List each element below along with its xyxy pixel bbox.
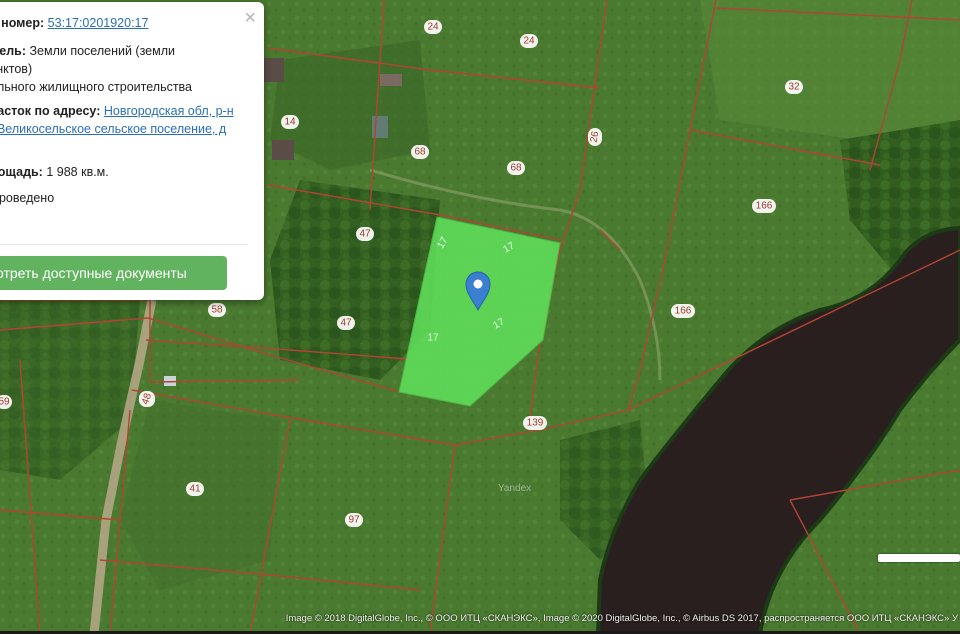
plot-label-text: 59 — [0, 397, 10, 408]
address-line2-row: , Великосельское сельское поселение, д — [0, 120, 226, 138]
plot-label-58[interactable]: 58 — [208, 303, 226, 317]
plot-label-text: 14 — [284, 117, 296, 128]
plot-label-text: 24 — [523, 36, 535, 47]
plot-label-24b[interactable]: 24 — [520, 34, 538, 48]
plot-label-24a[interactable]: 24 — [424, 20, 442, 34]
scale-bar — [878, 554, 960, 562]
popup-divider — [0, 244, 248, 245]
plot-label-166b[interactable]: 166 — [671, 304, 695, 318]
area-row: лощадь: 1 988 кв.м. — [0, 163, 109, 181]
area-value: 1 988 кв.м. — [46, 165, 109, 179]
land-category-value-line1: Земли поселений (земли — [29, 44, 175, 58]
attribution-text: Image © 2018 DigitalGlobe, Inc., © ООО И… — [285, 613, 950, 624]
cadastral-number-row: й номер: 53:17:0201920:17 — [0, 14, 148, 32]
plot-label-48[interactable]: 48 — [139, 391, 155, 407]
plot-label-text: 41 — [189, 484, 201, 495]
map-attribution: Image © 2018 DigitalGlobe, Inc., © ООО И… — [286, 613, 958, 624]
address-link-line1[interactable]: Новгородская обл, р-н — [104, 104, 234, 118]
plot-label-text: 166 — [675, 306, 692, 317]
plot-label-97[interactable]: 97 — [345, 513, 363, 527]
plot-label-139[interactable]: 139 — [523, 416, 547, 430]
plot-label-68b[interactable]: 68 — [507, 161, 525, 175]
plot-label-68a[interactable]: 68 — [411, 145, 429, 159]
address-label: часток по адресу: — [0, 104, 101, 118]
plot-label-text: 17 — [427, 333, 439, 344]
map-watermark: Yandex — [498, 483, 532, 494]
plot-label-text: 139 — [527, 418, 544, 429]
plot-label-text: 166 — [756, 201, 773, 212]
plot-label-text: 32 — [788, 82, 800, 93]
parcel-info-popup: × й номер: 53:17:0201920:17 мель: Земли … — [0, 2, 264, 300]
address-row: часток по адресу: Новгородская обл, р-н — [0, 102, 234, 120]
plot-label-17c[interactable]: 17 — [427, 333, 439, 344]
cadastral-number-link[interactable]: 53:17:0201920:17 — [48, 16, 149, 30]
plot-label-text: 68 — [414, 147, 426, 158]
plot-label-166a[interactable]: 166 — [752, 199, 776, 213]
land-category-label: мель: — [0, 44, 26, 58]
area-label: лощадь: — [0, 165, 43, 179]
plot-label-47b[interactable]: 47 — [337, 316, 355, 330]
plot-label-32[interactable]: 32 — [785, 80, 803, 94]
land-category-row: мель: Земли поселений (земли — [0, 42, 175, 60]
plot-label-14[interactable]: 14 — [281, 115, 299, 129]
plot-label-text: 24 — [427, 22, 439, 33]
close-icon[interactable]: × — [244, 8, 256, 28]
cadastral-number-label: й номер: — [0, 16, 45, 30]
plot-label-text: 58 — [211, 305, 223, 316]
plot-label-41[interactable]: 41 — [186, 482, 204, 496]
plot-label-text: 97 — [348, 515, 360, 526]
attribution-cut-text: У — [951, 613, 958, 624]
plot-label-text: 47 — [359, 229, 371, 240]
land-use-value: ального жилищного строительства — [0, 80, 193, 94]
view-documents-button[interactable]: отреть доступные документы — [0, 256, 227, 290]
plot-label-text: 68 — [510, 163, 522, 174]
address-link-line2[interactable]: , Великосельское сельское поселение, д — [0, 122, 226, 136]
plot-label-47a[interactable]: 47 — [356, 227, 374, 241]
land-category-value-line2: унктов) — [0, 62, 33, 76]
status-value: Проведено — [0, 191, 55, 205]
plot-label-26[interactable]: 26 — [588, 128, 602, 146]
plot-label-text: 47 — [340, 318, 352, 329]
